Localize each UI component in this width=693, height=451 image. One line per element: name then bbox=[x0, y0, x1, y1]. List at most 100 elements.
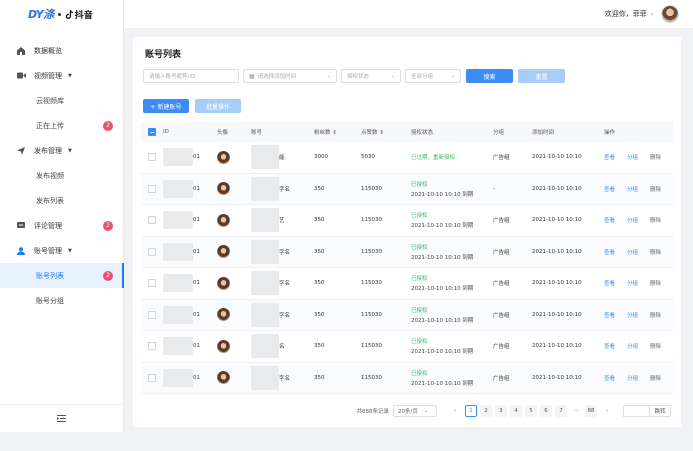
sidebar-item-account-management[interactable]: 账号管理 ▼ bbox=[0, 238, 123, 263]
prev-page-button[interactable]: ‹ bbox=[449, 405, 461, 417]
auth-status-text[interactable]: 已过期，重新授权 bbox=[411, 153, 493, 161]
auth-expiry-text: 2021-10-10 10:10 到期 bbox=[411, 191, 474, 198]
page-button[interactable]: 4 bbox=[510, 405, 522, 417]
account-search-input[interactable]: 请输入账号昵称/ID bbox=[143, 69, 239, 83]
column-header-likes[interactable]: 点赞数 ⇕ bbox=[361, 128, 411, 136]
cell-auth-status: 已授权 2021-10-10 10:10 到期 bbox=[411, 274, 493, 292]
reset-button[interactable]: 重置 bbox=[518, 69, 565, 83]
redacted-block bbox=[163, 368, 193, 387]
sidebar-item-uploading[interactable]: 正在上传 2 bbox=[0, 113, 123, 138]
select-all-checkbox[interactable] bbox=[141, 128, 163, 136]
group-link[interactable]: 分组 bbox=[627, 342, 638, 350]
group-link[interactable]: 分组 bbox=[627, 311, 638, 319]
cell-auth-status: 已授权 2021-10-10 10:10 到期 bbox=[411, 180, 493, 198]
batch-operation-button[interactable]: 批量操作 bbox=[195, 99, 241, 113]
group-select[interactable]: 全部分组 ⌄ bbox=[405, 69, 461, 83]
view-link[interactable]: 查看 bbox=[604, 311, 615, 319]
douyin-logo: 抖音 bbox=[65, 8, 93, 21]
delete-link[interactable]: 删除 bbox=[650, 279, 661, 287]
view-link[interactable]: 查看 bbox=[604, 342, 615, 350]
row-checkbox[interactable] bbox=[141, 342, 163, 351]
sidebar-item-label: 发布管理 bbox=[34, 146, 62, 155]
auth-status-select[interactable]: 授权状态 ⌄ bbox=[341, 69, 401, 83]
delete-link[interactable]: 删除 bbox=[650, 311, 661, 319]
group-link[interactable]: 分组 bbox=[627, 185, 638, 193]
group-link[interactable]: 分组 bbox=[627, 374, 638, 382]
page-button[interactable]: 7 bbox=[555, 405, 567, 417]
cell-account: 字名 bbox=[251, 271, 314, 296]
page-button[interactable]: 1 bbox=[465, 405, 477, 417]
sidebar-item-publish-video[interactable]: 发布视频 bbox=[0, 163, 123, 188]
view-link[interactable]: 查看 bbox=[604, 216, 615, 224]
new-account-button[interactable]: + 新建账号 bbox=[143, 99, 189, 113]
cell-group: 广告组 bbox=[493, 312, 510, 319]
page-button[interactable]: 6 bbox=[540, 405, 552, 417]
cell-fans: 350 bbox=[314, 217, 325, 224]
row-checkbox[interactable] bbox=[141, 373, 163, 382]
row-checkbox[interactable] bbox=[141, 153, 163, 162]
page-button[interactable]: 5 bbox=[525, 405, 537, 417]
sidebar-item-account-list[interactable]: 账号列表 2 bbox=[0, 263, 124, 288]
view-link[interactable]: 查看 bbox=[604, 374, 615, 382]
row-checkbox[interactable] bbox=[141, 310, 163, 319]
sidebar-item-account-group[interactable]: 账号分组 bbox=[0, 288, 123, 313]
sidebar-item-data-overview[interactable]: 数据概览 bbox=[0, 38, 123, 63]
search-button[interactable]: 搜索 bbox=[466, 69, 513, 83]
auth-status-text: 已授权 bbox=[411, 244, 428, 251]
account-text: 艺 bbox=[279, 218, 285, 225]
add-time-picker[interactable]: ▦ 请选择添加时间 ⌄ bbox=[243, 69, 337, 83]
cell-add-time: 2021-10-10 10:10 bbox=[532, 217, 582, 224]
id-text: 01 bbox=[193, 217, 200, 224]
cell-id: 01 bbox=[163, 148, 217, 167]
redacted-block bbox=[251, 208, 279, 233]
delete-link[interactable]: 删除 bbox=[650, 374, 661, 382]
cell-avatar bbox=[217, 182, 251, 196]
sidebar-item-publish-list[interactable]: 发布列表 bbox=[0, 188, 123, 213]
row-checkbox[interactable] bbox=[141, 279, 163, 288]
group-link[interactable]: 分组 bbox=[627, 279, 638, 287]
sidebar-item-video-management[interactable]: 视频管理 ▼ bbox=[0, 63, 123, 88]
tiktok-icon bbox=[65, 9, 73, 19]
id-text: 01 bbox=[193, 311, 200, 318]
view-link[interactable]: 查看 bbox=[604, 185, 615, 193]
sidebar-collapse-button[interactable] bbox=[0, 404, 123, 432]
auth-expiry-text: 2021-10-10 10:10 到期 bbox=[411, 380, 474, 387]
auth-status-text: 已授权 bbox=[411, 339, 428, 346]
cell-group: 广告组 bbox=[493, 344, 510, 351]
group-link[interactable]: 分组 bbox=[627, 248, 638, 256]
view-link[interactable]: 查看 bbox=[604, 248, 615, 256]
chevron-down-icon: ⌄ bbox=[326, 73, 331, 79]
view-link[interactable]: 查看 bbox=[604, 153, 615, 161]
delete-link[interactable]: 删除 bbox=[650, 185, 661, 193]
page-jump-button[interactable]: 跳转 bbox=[649, 405, 671, 417]
page-jump-input[interactable] bbox=[623, 405, 649, 417]
group-link[interactable]: 分组 bbox=[627, 216, 638, 224]
delete-link[interactable]: 删除 bbox=[650, 153, 661, 161]
group-link[interactable]: 分组 bbox=[627, 153, 638, 161]
auth-expiry-text: 2021-10-10 10:10 到期 bbox=[411, 223, 474, 230]
row-checkbox[interactable] bbox=[141, 216, 163, 225]
id-text: 01 bbox=[193, 280, 200, 287]
avatar[interactable] bbox=[661, 5, 679, 23]
user-menu[interactable]: 欢迎你，菲菲 › bbox=[605, 9, 653, 19]
cell-id: 01 bbox=[163, 211, 217, 230]
column-header-fans[interactable]: 粉丝数 ⇕ bbox=[314, 128, 361, 136]
delete-link[interactable]: 删除 bbox=[650, 248, 661, 256]
page-button[interactable]: 3 bbox=[495, 405, 507, 417]
page-button[interactable]: 88 bbox=[585, 405, 597, 417]
view-link[interactable]: 查看 bbox=[604, 279, 615, 287]
next-page-button[interactable]: › bbox=[601, 405, 613, 417]
cell-group: 广告组 bbox=[493, 155, 510, 162]
page-button[interactable]: 2 bbox=[480, 405, 492, 417]
row-checkbox[interactable] bbox=[141, 184, 163, 193]
delete-link[interactable]: 删除 bbox=[650, 342, 661, 350]
auth-status-text: 已授权 bbox=[411, 370, 428, 377]
user-icon bbox=[16, 246, 26, 256]
sidebar-item-publish-management[interactable]: 发布管理 ▼ bbox=[0, 138, 123, 163]
sidebar-item-comment-management[interactable]: 评论管理 2 bbox=[0, 213, 123, 238]
page-size-select[interactable]: 20条/页 ⌄ bbox=[393, 405, 437, 417]
sidebar-item-cloud-library[interactable]: 云视频库 bbox=[0, 88, 123, 113]
row-checkbox[interactable] bbox=[141, 247, 163, 256]
cell-add-time: 2021-10-10 10:10 bbox=[532, 280, 582, 287]
delete-link[interactable]: 删除 bbox=[650, 216, 661, 224]
